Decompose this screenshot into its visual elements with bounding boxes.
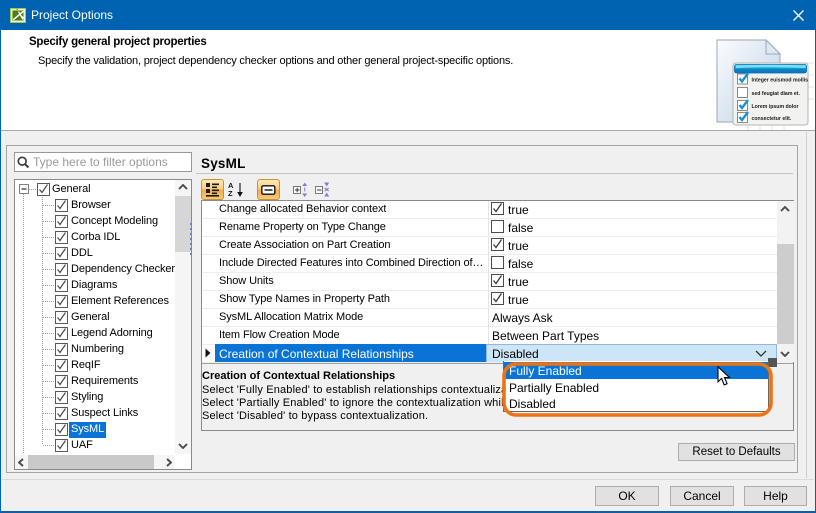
svg-text:consectetur elit.: consectetur elit. <box>752 116 792 122</box>
svg-text:sed feugiat diam et.: sed feugiat diam et. <box>752 91 801 97</box>
svg-text:Lorem ipsum dolor: Lorem ipsum dolor <box>752 104 799 110</box>
svg-text:Integer euismod mollis: Integer euismod mollis <box>752 78 809 84</box>
